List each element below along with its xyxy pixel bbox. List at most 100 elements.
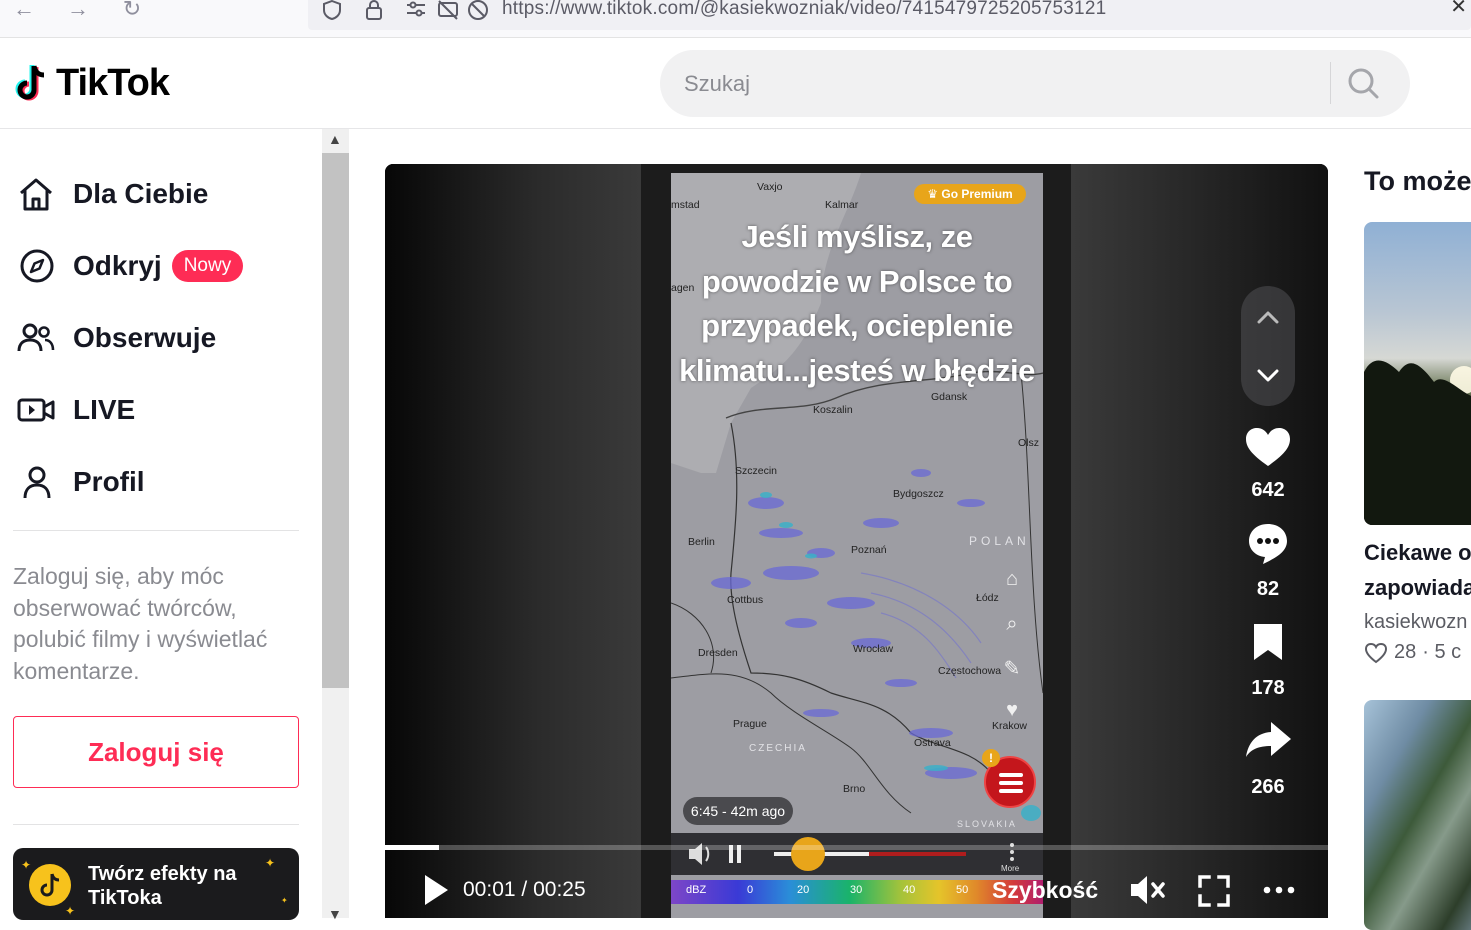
create-effects-banner[interactable]: ✦ ✦ ✦ ✦ Twórz efekty na TikToka <box>13 848 299 920</box>
video-navigation <box>1241 286 1295 406</box>
recommended-like-count: 28 <box>1394 641 1417 663</box>
comment-icon[interactable] <box>1241 522 1295 564</box>
city-label: Vaxjo <box>757 181 783 193</box>
scrollbar-thumb[interactable] <box>322 153 349 688</box>
like-heart-icon[interactable] <box>1241 426 1295 468</box>
warning-icon: ! <box>982 749 1000 767</box>
sparkle-icon: ✦ <box>21 858 32 872</box>
playback-speed-button[interactable]: Szybkość <box>992 877 1098 904</box>
tiktok-note-icon <box>15 65 45 101</box>
profile-icon <box>16 464 58 500</box>
city-label: Częstochowa <box>938 665 1002 677</box>
tiktok-logo[interactable]: TikTok <box>12 60 170 106</box>
go-premium-badge: ♛ Go Premium <box>914 184 1026 204</box>
total-time: 00:25 <box>533 878 586 901</box>
scroll-down-icon[interactable]: ▼ <box>328 906 342 922</box>
scale-value: 0 <box>747 884 754 896</box>
reload-icon[interactable]: ↻ <box>118 0 146 22</box>
country-label: CZECHIA <box>749 743 807 754</box>
video-frame: Vaxjo mstad Kalmar agen Gdansk Koszalin … <box>641 164 1071 918</box>
home-icon <box>16 176 58 212</box>
tracking-protection-icon[interactable] <box>466 0 490 22</box>
effects-banner-text: Twórz efekty na TikToka <box>88 863 237 909</box>
map-player-strip: More <box>671 833 1043 875</box>
search-input[interactable] <box>684 50 1304 117</box>
previous-video-icon[interactable] <box>1257 311 1279 324</box>
scale-value: 30 <box>850 884 863 896</box>
recommended-video-author[interactable]: kasiekwozn <box>1364 611 1467 634</box>
mute-icon[interactable] <box>1128 872 1168 908</box>
like-count: 642 <box>1251 479 1285 501</box>
lock-icon[interactable] <box>362 0 386 22</box>
login-hint: Zaloguj się, aby móc obserwować twórców,… <box>13 563 268 684</box>
forward-arrow-icon[interactable]: → <box>64 0 92 22</box>
map-more-label: More <box>1001 864 1020 873</box>
video-player[interactable]: Vaxjo mstad Kalmar agen Gdansk Koszalin … <box>385 164 1328 918</box>
comment-count: 82 <box>1256 578 1280 600</box>
time-separator: / <box>521 878 528 901</box>
city-label: Olsz <box>1018 437 1039 449</box>
video-backdrop <box>385 164 641 918</box>
more-options-icon[interactable] <box>1262 880 1296 900</box>
sidebar-item-live[interactable]: LIVE <box>16 388 135 432</box>
login-button[interactable]: Zaloguj się <box>13 716 299 788</box>
url-text[interactable]: https://www.tiktok.com/@kasiekwozniak/vi… <box>502 0 1106 20</box>
sidebar-item-for-you[interactable]: Dla Ciebie <box>16 172 208 216</box>
city-label: Wrocław <box>853 643 894 655</box>
autoplay-blocked-icon[interactable] <box>436 0 460 22</box>
recommended-video-title[interactable]: Ciekawe o <box>1364 540 1471 566</box>
scroll-up-icon[interactable]: ▲ <box>328 131 342 147</box>
share-arrow-icon[interactable] <box>1241 720 1295 760</box>
sidebar-item-explore[interactable]: Odkryj Nowy <box>16 244 244 288</box>
country-label: POLAN <box>969 534 1030 548</box>
playback-time: 00:01 / 00:25 <box>463 878 586 902</box>
city-label: Berlin <box>688 536 715 548</box>
search-bar[interactable] <box>660 50 1410 117</box>
sidebar-divider <box>13 530 299 531</box>
current-time: 00:01 <box>463 878 516 901</box>
scale-value: 50 <box>956 884 969 896</box>
map-favorite-icon: ♥ <box>1006 699 1018 721</box>
search-icon[interactable] <box>1344 64 1384 104</box>
phone-status-bar <box>667 164 1037 172</box>
shield-icon[interactable] <box>320 0 344 22</box>
compass-icon <box>16 248 58 284</box>
sidebar-scrollbar[interactable]: ▲ ▼ <box>322 129 349 922</box>
site-header: TikTok <box>0 38 1471 129</box>
heart-outline-icon <box>1364 642 1388 663</box>
next-video-icon[interactable] <box>1257 369 1279 382</box>
video-progress-track[interactable] <box>385 845 1328 850</box>
sidebar-item-label: LIVE <box>73 394 136 425</box>
back-arrow-icon[interactable]: ← <box>10 0 38 22</box>
recommended-meta: · 5 c <box>1422 641 1462 663</box>
scale-value: 40 <box>903 884 916 896</box>
sidebar-item-profile[interactable]: Profil <box>16 460 145 504</box>
sidebar-divider <box>13 824 299 825</box>
sidebar-item-label: Profil <box>73 466 145 497</box>
sidebar-item-label: Dla Ciebie <box>73 178 209 209</box>
recommended-video-title-line2[interactable]: zapowiada <box>1364 575 1471 601</box>
city-label: Dresden <box>698 647 738 659</box>
play-icon[interactable] <box>420 872 452 908</box>
city-label: Koszalin <box>813 404 853 416</box>
browser-toolbar: ← → ↻ https://www.tiktok.com/@kasiekwozn… <box>0 0 1471 38</box>
close-icon[interactable]: ✕ <box>1450 0 1467 19</box>
fullscreen-icon[interactable] <box>1197 874 1231 908</box>
city-label: Łódz <box>976 592 999 604</box>
city-label: mstad <box>671 199 700 211</box>
radar-map: Vaxjo mstad Kalmar agen Gdansk Koszalin … <box>671 173 1043 918</box>
bookmark-icon[interactable] <box>1241 622 1295 662</box>
recommended-video-thumbnail[interactable] <box>1364 222 1471 525</box>
live-camera-icon <box>16 392 58 428</box>
city-label: Prague <box>733 718 767 730</box>
sidebar-item-following[interactable]: Obserwuje <box>16 316 216 360</box>
share-count: 266 <box>1251 776 1285 798</box>
map-home-icon: ⌂ <box>1005 568 1019 590</box>
recommended-video-thumbnail[interactable] <box>1364 700 1471 930</box>
sidebar-item-label: Obserwuje <box>73 322 217 353</box>
permissions-icon[interactable] <box>404 0 428 22</box>
thumbnail-scene <box>1364 360 1471 525</box>
users-icon <box>16 320 58 356</box>
search-divider <box>1330 62 1331 104</box>
sidebar: Dla Ciebie Odkryj Nowy Obserwuje LIVE Pr… <box>0 129 322 920</box>
